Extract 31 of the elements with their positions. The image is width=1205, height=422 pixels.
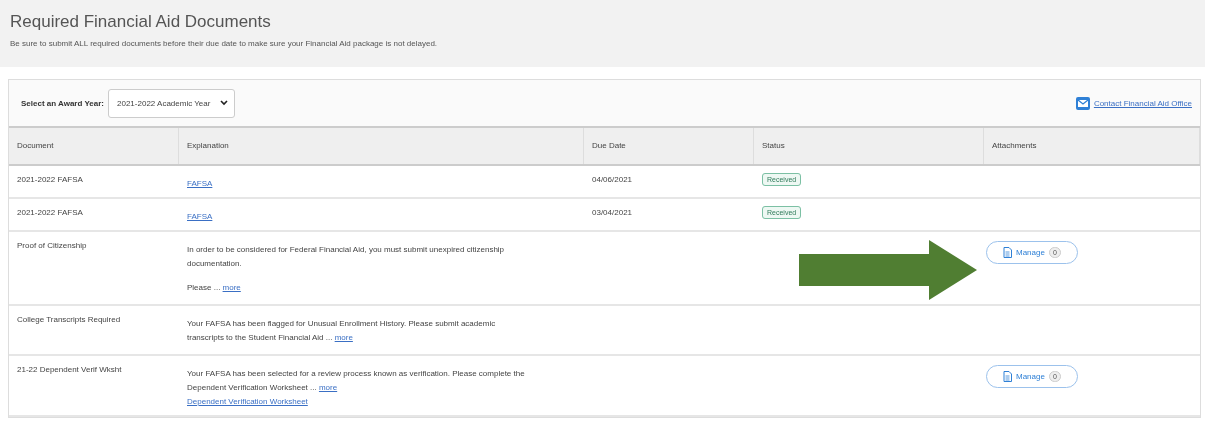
due-date: 04/06/2021 [592,175,633,184]
document-link[interactable]: Dependent Verification Worksheet [187,397,576,406]
award-year-label: Select an Award Year: [21,98,104,108]
table-cell-text: College Transcripts Required [16,314,122,326]
table-cell-text: 21-22 Dependent Verif Wksht [16,364,123,376]
document-link[interactable]: FAFSA [187,212,576,221]
column-header: Status [754,128,984,164]
column-header: Attachments [984,128,1200,164]
more-link[interactable]: more [334,333,353,342]
explanation-text: Your FAFSA has been selected for a review process known as verification. Please complete the Dependent Verification Worksheet ... more [187,368,526,394]
more-link[interactable]: more [318,383,338,392]
document-link[interactable]: FAFSA [187,179,576,188]
column-header: Document [9,128,179,164]
award-year-select[interactable]: 2021-2022 Academic Year [108,88,236,118]
table-cell-text: 2021-2022 FAFSA [16,207,84,219]
table-cell-text: 2021-2022 FAFSA [16,174,84,186]
explanation-text: In order to be considered for Federal Financial Aid, you must submit unexpired citizenship documentation. [187,244,506,270]
page-title: Required Financial Aid Documents [10,12,272,32]
column-header: Due Date [584,128,754,164]
page-subtitle: Be sure to submit ALL required documents before their due date to make sure your Financial Aid package is not delayed. [10,39,439,48]
document-icon [1003,371,1012,382]
explanation-text: Please ... more [187,282,242,294]
contact-link[interactable]: Contact Financial Aid Office [1093,98,1192,108]
due-date: 03/04/2021 [592,208,633,217]
column-header: Explanation [179,128,584,164]
mail-icon [1075,96,1090,110]
more-link[interactable]: more [222,283,241,292]
table-cell-text: Proof of Citizenship [16,240,88,252]
explanation-text: Your FAFSA has been flagged for Unusual Enrollment History. Please submit academic transcripts to the Student Financial Aid ... more [187,318,497,344]
document-icon [1003,247,1012,258]
caret-icon [220,100,229,106]
